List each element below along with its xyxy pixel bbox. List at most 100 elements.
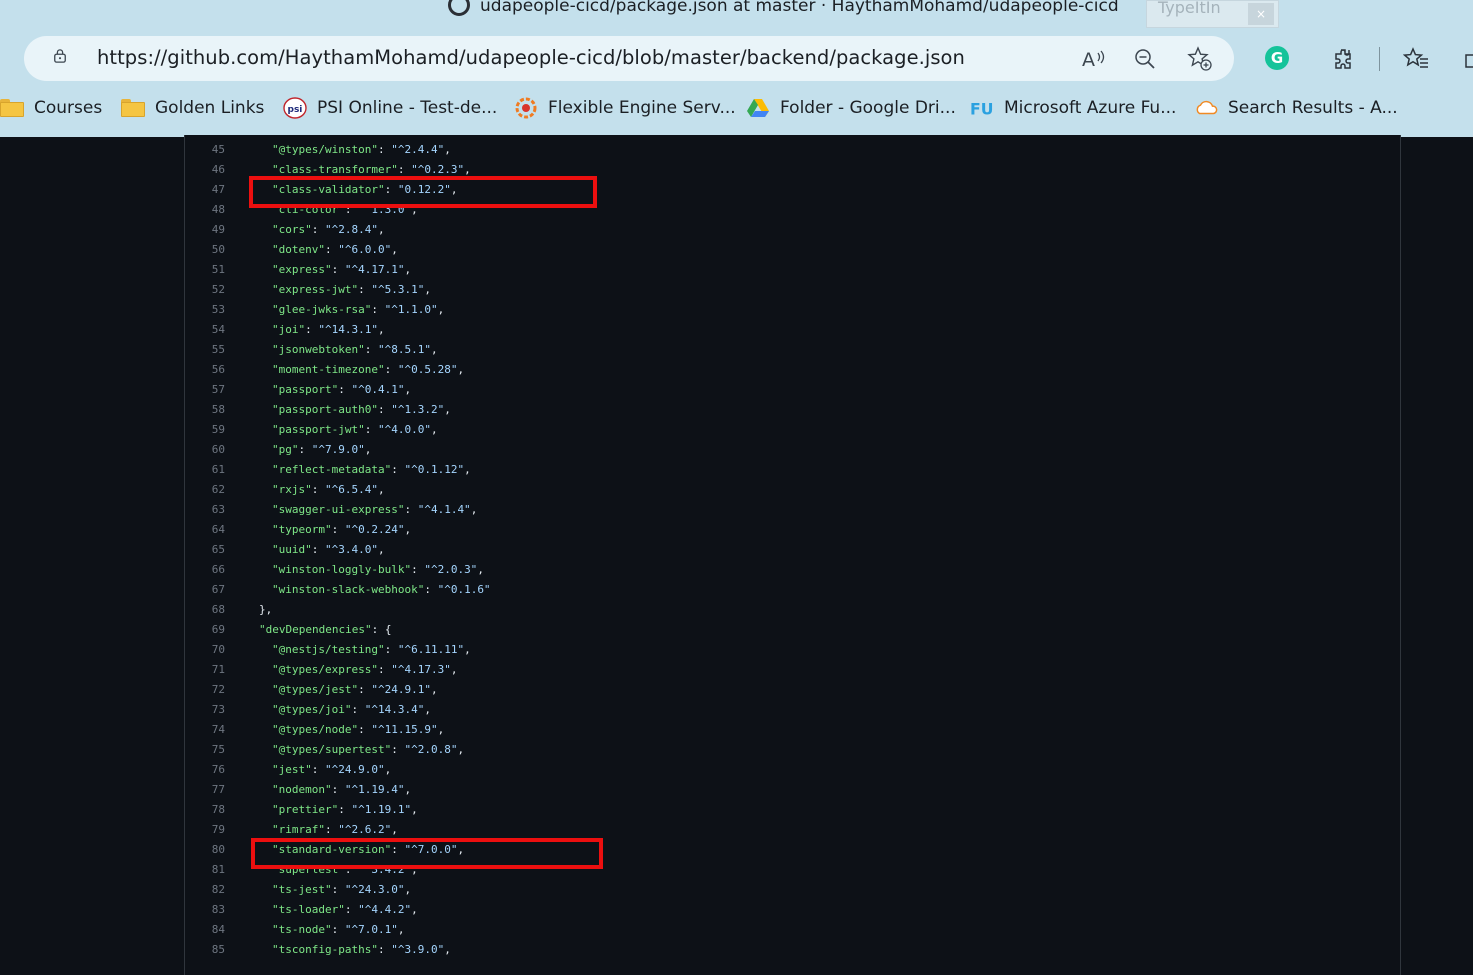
line-number[interactable]: 67 <box>185 580 225 600</box>
bookmark-courses[interactable]: Courses <box>0 92 102 124</box>
json-key: "reflect-metadata" <box>272 463 392 476</box>
json-key: "passport" <box>272 383 339 396</box>
line-code: "@types/express": "^4.17.3", <box>272 663 458 676</box>
bookmark-label: Golden Links <box>155 98 265 118</box>
line-number[interactable]: 62 <box>185 480 225 500</box>
favorites-icon[interactable] <box>1402 45 1430 73</box>
line-number[interactable]: 66 <box>185 560 225 580</box>
add-favorite-icon[interactable] <box>1186 45 1214 73</box>
bookmark-label: Flexible Engine Serv... <box>548 98 736 118</box>
line-number[interactable]: 50 <box>185 240 225 260</box>
line-number[interactable]: 55 <box>185 340 225 360</box>
line-number[interactable]: 45 <box>185 140 225 160</box>
line-number[interactable]: 82 <box>185 880 225 900</box>
line-number[interactable]: 71 <box>185 660 225 680</box>
code-line: 85 "tsconfig-paths": "^3.9.0", <box>185 940 1400 960</box>
line-number[interactable]: 57 <box>185 380 225 400</box>
line-number[interactable]: 84 <box>185 920 225 940</box>
line-number[interactable]: 79 <box>185 820 225 840</box>
typeit-panel[interactable]: TypeItIn × <box>1146 0 1279 28</box>
line-number[interactable]: 69 <box>185 620 225 640</box>
line-code: "uuid": "^3.4.0", <box>272 543 385 556</box>
json-value: "^4.4.2" <box>358 903 412 916</box>
json-value: "^6.0.0" <box>338 243 392 256</box>
line-number[interactable]: 52 <box>185 280 225 300</box>
punctuation: , <box>450 663 458 676</box>
line-number[interactable]: 68 <box>185 600 225 620</box>
punctuation: , <box>391 823 398 836</box>
line-code: "ts-jest": "^24.3.0", <box>272 883 412 896</box>
punctuation: , <box>384 763 392 776</box>
line-number[interactable]: 47 <box>185 180 225 200</box>
json-value: "^7.9.0" <box>311 443 365 456</box>
line-number[interactable]: 73 <box>185 700 225 720</box>
json-key: "joi" <box>272 323 306 336</box>
address-bar[interactable]: https://github.com/HaythamMohamd/udapeop… <box>24 36 1234 81</box>
line-number[interactable]: 78 <box>185 800 225 820</box>
bookmark-psi-online[interactable]: psi PSI Online - Test-de... <box>283 92 497 124</box>
line-number[interactable]: 63 <box>185 500 225 520</box>
bookmark-google-drive[interactable]: Folder - Google Dri... <box>746 92 956 124</box>
line-number[interactable]: 61 <box>185 460 225 480</box>
bookmark-search-results[interactable]: Search Results - A... <box>1194 92 1398 124</box>
line-code: "dotenv": "^6.0.0", <box>272 243 398 256</box>
line-number[interactable]: 80 <box>185 840 225 860</box>
punctuation: , <box>377 323 385 336</box>
code-line: 68}, <box>185 600 1400 620</box>
punctuation: , <box>444 143 451 156</box>
extensions-icon[interactable] <box>1330 45 1358 73</box>
url-text[interactable]: https://github.com/HaythamMohamd/udapeop… <box>97 46 965 69</box>
bookmark-microsoft-azure[interactable]: FU Microsoft Azure Fu... <box>970 92 1176 124</box>
zoom-out-icon[interactable] <box>1131 45 1159 73</box>
json-key: "passport-jwt" <box>272 423 365 436</box>
punctuation: , <box>457 363 465 376</box>
code-line: 69 "devDependencies": { <box>185 620 1400 640</box>
flexible-engine-icon <box>514 96 538 120</box>
line-number[interactable]: 76 <box>185 760 225 780</box>
line-number[interactable]: 77 <box>185 780 225 800</box>
json-value: "^1.19.1" <box>351 803 412 816</box>
google-drive-icon <box>746 96 770 120</box>
code-line: 53 "glee-jwks-rsa": "^1.1.0", <box>185 300 1400 320</box>
line-number[interactable]: 49 <box>185 220 225 240</box>
punctuation: , <box>464 643 471 656</box>
line-code: "tsconfig-paths": "^3.9.0", <box>272 943 451 956</box>
line-number[interactable]: 72 <box>185 680 225 700</box>
line-number[interactable]: 51 <box>185 260 225 280</box>
bookmark-golden-links[interactable]: Golden Links <box>121 92 264 124</box>
line-number[interactable]: 54 <box>185 320 225 340</box>
line-number[interactable]: 85 <box>185 940 225 960</box>
line-number[interactable]: 64 <box>185 520 225 540</box>
punctuation: , <box>404 263 412 276</box>
punctuation: , <box>377 483 385 496</box>
line-number[interactable]: 53 <box>185 300 225 320</box>
punctuation: , <box>464 163 471 176</box>
code-line: 60 "pg": "^7.9.0", <box>185 440 1400 460</box>
line-number[interactable]: 56 <box>185 360 225 380</box>
bookmark-flexible-engine[interactable]: Flexible Engine Serv... <box>514 92 736 124</box>
punctuation: , <box>397 923 405 936</box>
json-key: "typeorm" <box>272 523 332 536</box>
json-value: "^24.3.0" <box>344 883 405 896</box>
close-icon[interactable]: × <box>1248 3 1274 25</box>
line-number[interactable]: 74 <box>185 720 225 740</box>
json-key: "ts-loader" <box>272 903 345 916</box>
line-number[interactable]: 59 <box>185 420 225 440</box>
json-value: "^2.4.4" <box>391 143 445 156</box>
line-number[interactable]: 65 <box>185 540 225 560</box>
line-number[interactable]: 60 <box>185 440 225 460</box>
line-number[interactable]: 70 <box>185 640 225 660</box>
line-number[interactable]: 58 <box>185 400 225 420</box>
line-number[interactable]: 83 <box>185 900 225 920</box>
json-key: "@types/express" <box>272 663 378 676</box>
read-aloud-icon[interactable]: A <box>1079 45 1107 73</box>
line-number[interactable]: 81 <box>185 860 225 880</box>
settings-icon[interactable] <box>1463 45 1473 73</box>
line-number[interactable]: 75 <box>185 740 225 760</box>
lock-icon[interactable] <box>53 49 67 63</box>
grammarly-icon[interactable]: G <box>1265 46 1289 70</box>
line-code: "swagger-ui-express": "^4.1.4", <box>272 503 478 516</box>
line-number[interactable]: 48 <box>185 200 225 220</box>
svg-text:FU: FU <box>970 99 993 118</box>
line-number[interactable]: 46 <box>185 160 225 180</box>
